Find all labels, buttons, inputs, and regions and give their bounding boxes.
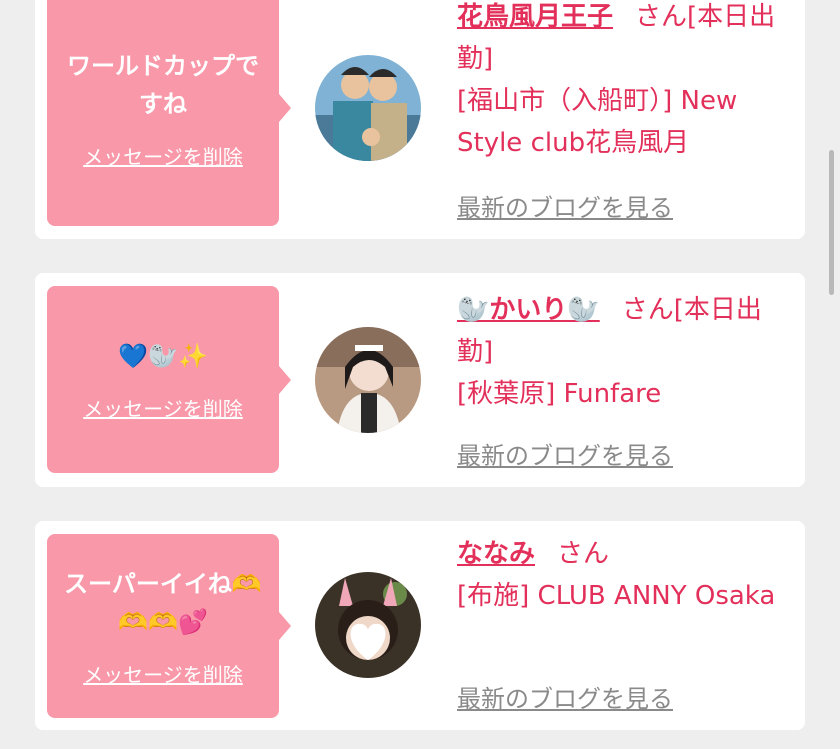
latest-blog-link[interactable]: 最新のブログを見る [457,188,673,223]
message-text: 💙🦭✨ [118,342,208,370]
delete-message-link[interactable]: メッセージを削除 [83,141,243,170]
girl-card: ワールドカップですね メッセージを削除 花鳥風月王子 さん[本日出勤] [福山市（… [35,0,805,239]
shop-info: [福山市（入船町）] New Style club花鳥風月 [457,86,738,158]
delete-message-link[interactable]: メッセージを削除 [83,659,243,688]
delete-message-link[interactable]: メッセージを削除 [83,393,243,422]
shop-info: [布施] CLUB ANNY Osaka [457,581,776,611]
latest-blog-link[interactable]: 最新のブログを見る [457,436,673,471]
avatar-image [315,55,421,161]
honorific: さん [557,539,610,569]
message-text: ワールドカップですね [67,51,259,118]
girl-name-link[interactable]: 花鳥風月王子 [457,2,613,32]
profile-info: 🦭かいり🦭 さん[本日出勤] [秋葉原] Funfare [457,289,797,415]
profile-info: ななみ さん [布施] CLUB ANNY Osaka [457,533,797,617]
avatar-image [315,327,421,433]
profile-info: 花鳥風月王子 さん[本日出勤] [福山市（入船町）] New Style club… [457,0,797,164]
message-bubble: ワールドカップですね メッセージを削除 [47,0,291,226]
message-bubble: スーパーイイね🫶🫶🫶💕 メッセージを削除 [47,534,291,718]
scrollbar[interactable] [829,150,834,295]
avatar[interactable] [315,572,421,678]
girl-name-link[interactable]: ななみ [457,539,535,569]
girl-card: スーパーイイね🫶🫶🫶💕 メッセージを削除 ななみ さん [布施] CLUB ANN… [35,521,805,730]
honorific: さん [621,295,674,325]
avatar[interactable] [315,327,421,433]
girl-name-link[interactable]: 🦭かいり🦭 [457,295,600,325]
message-bubble: 💙🦭✨ メッセージを削除 [47,286,291,473]
message-text: スーパーイイね🫶🫶🫶💕 [64,569,262,636]
latest-blog-link[interactable]: 最新のブログを見る [457,679,673,714]
honorific: さん [635,2,688,32]
girl-card: 💙🦭✨ メッセージを削除 🦭かいり🦭 さん[本日出勤] [秋葉原] Funfare… [35,273,805,487]
shop-info: [秋葉原] Funfare [457,379,662,409]
avatar-image [315,572,421,678]
avatar[interactable] [315,55,421,161]
